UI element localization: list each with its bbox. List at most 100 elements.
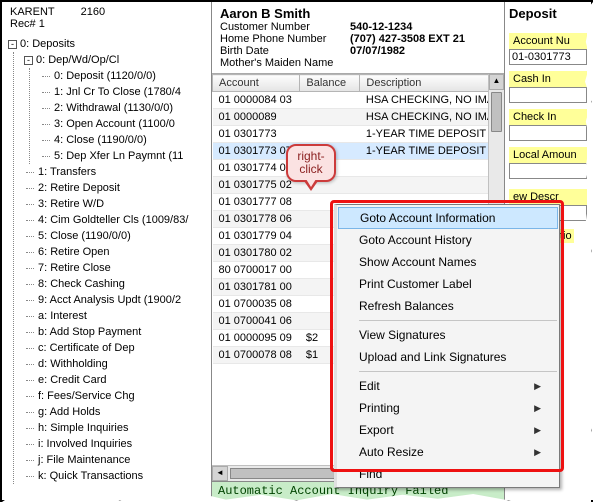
menu-item-label: View Signatures bbox=[359, 328, 446, 342]
value-birth: 07/07/1982 bbox=[350, 45, 405, 57]
scroll-thumb[interactable] bbox=[491, 92, 502, 132]
tree-item[interactable]: 9: Acct Analysis Updt (1900/2 bbox=[24, 292, 209, 308]
deposit-tree[interactable]: -0: Deposits -0: Dep/Wd/Op/Cl 0: Deposit… bbox=[4, 34, 209, 484]
value-custno: 540-12-1234 bbox=[350, 21, 412, 33]
tree-item[interactable]: a: Interest bbox=[24, 308, 209, 324]
teller-id: KARENT bbox=[10, 6, 55, 18]
table-row[interactable]: 01 0000084 03HSA CHECKING, NO IMA bbox=[213, 92, 504, 109]
label-account-number: Account Nu bbox=[509, 33, 587, 49]
table-row[interactable]: 01 0301775 02 bbox=[213, 177, 504, 194]
tree-item[interactable]: 2: Retire Deposit bbox=[24, 180, 209, 196]
local-amount-field[interactable] bbox=[509, 163, 587, 179]
menu-item-label: Refresh Balances bbox=[359, 299, 454, 313]
scroll-left-icon[interactable]: ◄ bbox=[212, 466, 228, 481]
tree-item[interactable]: k: Quick Transactions bbox=[24, 468, 209, 484]
tree-item[interactable]: 5: Dep Xfer Ln Paymnt (11 bbox=[40, 148, 209, 164]
menu-item[interactable]: Find bbox=[337, 463, 559, 485]
check-in-field[interactable] bbox=[509, 125, 587, 141]
col-account[interactable]: Account bbox=[213, 75, 300, 92]
table-row[interactable]: 01 0301773 071-YEAR TIME DEPOSIT bbox=[213, 143, 504, 160]
menu-item-label: Print Customer Label bbox=[359, 277, 472, 291]
menu-separator bbox=[359, 320, 557, 321]
cell-bal bbox=[300, 109, 360, 126]
table-row[interactable]: 01 03017731-YEAR TIME DEPOSIT bbox=[213, 126, 504, 143]
menu-item[interactable]: Refresh Balances bbox=[337, 295, 559, 317]
tree-group-label[interactable]: 0: Dep/Wd/Op/Cl bbox=[36, 54, 119, 66]
tree-item[interactable]: 0: Deposit (1120/0/0) bbox=[40, 68, 209, 84]
tree-item[interactable]: f: Fees/Service Chg bbox=[24, 388, 209, 404]
tree-item[interactable]: h: Simple Inquiries bbox=[24, 420, 209, 436]
table-row[interactable]: 01 0301774 05 bbox=[213, 160, 504, 177]
tree-item[interactable]: 3: Retire W/D bbox=[24, 196, 209, 212]
tree-item[interactable]: 1: Transfers bbox=[24, 164, 209, 180]
tree-item[interactable]: c: Certificate of Dep bbox=[24, 340, 209, 356]
menu-item-label: Goto Account History bbox=[359, 233, 472, 247]
session-info: KARENT 2160 Rec# 1 bbox=[4, 6, 209, 34]
menu-item[interactable]: Goto Account Information bbox=[338, 207, 558, 229]
menu-item-label: Edit bbox=[359, 379, 380, 393]
cell-acct: 01 0301779 04 bbox=[213, 228, 300, 245]
cell-desc: 1-YEAR TIME DEPOSIT bbox=[360, 143, 504, 160]
menu-item-label: Show Account Names bbox=[359, 255, 476, 269]
cell-desc: HSA CHECKING, NO IMA bbox=[360, 109, 504, 126]
customer-header: Aaron B Smith Customer Number540-12-1234… bbox=[212, 2, 504, 74]
tree-item[interactable]: g: Add Holds bbox=[24, 404, 209, 420]
label-new-desc: ew Descr bbox=[509, 189, 587, 205]
tree-item[interactable]: 6: Retire Open bbox=[24, 244, 209, 260]
menu-item-label: Printing bbox=[359, 401, 400, 415]
menu-item[interactable]: Printing▶ bbox=[337, 397, 559, 419]
collapse-icon[interactable]: - bbox=[8, 40, 17, 49]
tree-item[interactable]: b: Add Stop Payment bbox=[24, 324, 209, 340]
label-custno: Customer Number bbox=[220, 21, 350, 33]
scroll-up-icon[interactable]: ▲ bbox=[489, 74, 504, 90]
tree-item[interactable]: 3: Open Account (1100/0 bbox=[40, 116, 209, 132]
submenu-arrow-icon: ▶ bbox=[534, 447, 541, 458]
menu-item[interactable]: View Signatures bbox=[337, 324, 559, 346]
tree-item[interactable]: e: Credit Card bbox=[24, 372, 209, 388]
submenu-arrow-icon: ▶ bbox=[534, 425, 541, 436]
menu-item-label: Goto Account Information bbox=[360, 211, 495, 225]
col-balance[interactable]: Balance bbox=[300, 75, 360, 92]
col-description[interactable]: Description bbox=[360, 75, 504, 92]
tree-item[interactable]: j: File Maintenance bbox=[24, 452, 209, 468]
context-menu[interactable]: Goto Account Information Goto Account His… bbox=[334, 204, 560, 488]
tree-root-label[interactable]: 0: Deposits bbox=[20, 38, 75, 50]
navigation-tree-panel: KARENT 2160 Rec# 1 -0: Deposits -0: Dep/… bbox=[2, 2, 212, 500]
menu-item[interactable]: Show Account Names bbox=[337, 251, 559, 273]
customer-name: Aaron B Smith bbox=[220, 6, 496, 21]
cell-desc bbox=[360, 160, 504, 177]
menu-separator bbox=[359, 371, 557, 372]
menu-item[interactable]: Goto Account History bbox=[337, 229, 559, 251]
table-row[interactable]: 01 0000089HSA CHECKING, NO IMA bbox=[213, 109, 504, 126]
cell-acct: 01 0700035 08 bbox=[213, 296, 300, 313]
menu-item-label: Upload and Link Signatures bbox=[359, 350, 506, 364]
menu-item-label: Find bbox=[359, 467, 382, 481]
tree-item[interactable]: d: Withholding bbox=[24, 356, 209, 372]
menu-item[interactable]: Export ▶ bbox=[337, 419, 559, 441]
tree-item[interactable]: 5: Close (1190/0/0) bbox=[24, 228, 209, 244]
cash-in-field[interactable] bbox=[509, 87, 587, 103]
tree-item[interactable]: 7: Retire Close bbox=[24, 260, 209, 276]
tree-item[interactable]: 1: Jnl Cr To Close (1780/4 bbox=[40, 84, 209, 100]
tree-item[interactable]: 8: Check Cashing bbox=[24, 276, 209, 292]
cell-bal bbox=[300, 126, 360, 143]
callout-text-2: click bbox=[299, 162, 322, 176]
tree-item[interactable]: i: Involved Inquiries bbox=[24, 436, 209, 452]
label-birth: Birth Date bbox=[220, 45, 350, 57]
tree-item[interactable]: 2: Withdrawal (1130/0/0) bbox=[40, 100, 209, 116]
tree-item[interactable]: 4: Cim Goldteller Cls (1009/83/ bbox=[24, 212, 209, 228]
tree-item[interactable]: 4: Close (1190/0/0) bbox=[40, 132, 209, 148]
label-maiden: Mother's Maiden Name bbox=[220, 57, 350, 69]
cell-acct: 80 0700017 00 bbox=[213, 262, 300, 279]
label-phone: Home Phone Number bbox=[220, 33, 350, 45]
record-number: Rec# 1 bbox=[10, 18, 203, 30]
scroll-thumb-h[interactable] bbox=[230, 468, 350, 479]
account-number-field[interactable] bbox=[509, 49, 587, 65]
cell-acct: 01 0700041 06 bbox=[213, 313, 300, 330]
collapse-icon[interactable]: - bbox=[24, 56, 33, 65]
menu-item[interactable]: Print Customer Label bbox=[337, 273, 559, 295]
menu-item[interactable]: Upload and Link Signatures bbox=[337, 346, 559, 368]
menu-item[interactable]: Edit▶ bbox=[337, 375, 559, 397]
menu-item-label: Export bbox=[359, 423, 394, 437]
menu-item[interactable]: Auto Resize▶ bbox=[337, 441, 559, 463]
